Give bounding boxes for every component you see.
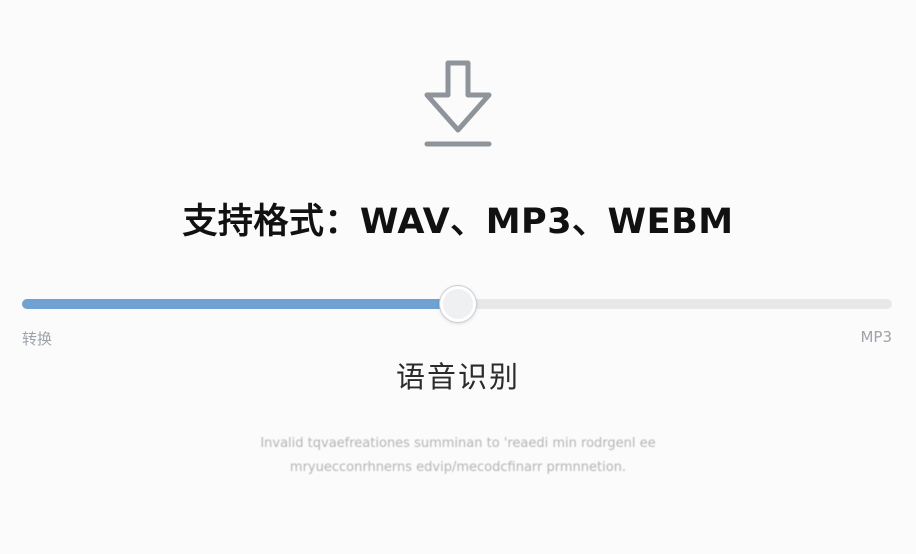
slider-fill (22, 299, 457, 309)
slider-max-label: MP3 (860, 328, 892, 346)
slider-min-label: 转换 (22, 330, 53, 348)
slider-thumb[interactable] (440, 286, 476, 322)
download-icon[interactable] (418, 58, 498, 150)
mode-label: 语音识别 (395, 360, 520, 394)
conversion-slider[interactable] (22, 284, 892, 324)
description-text: Invalid tqvaefreationes summinan to 'rea… (180, 432, 736, 480)
description-line: mryuecconrhnerns edvip/mecodcfinarr prmn… (289, 460, 627, 475)
description-line: Invalid tqvaefreationes summinan to 'rea… (260, 436, 656, 451)
supported-formats-heading: 支持格式：WAV、MP3、WEBM (182, 202, 734, 242)
